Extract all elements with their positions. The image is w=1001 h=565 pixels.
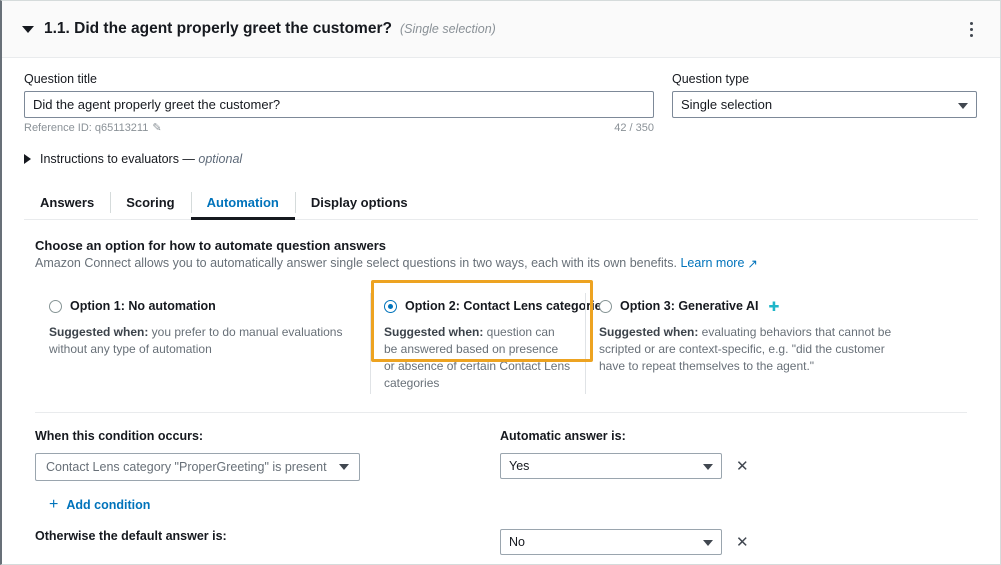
question-type-select[interactable]: Single selection — [672, 91, 977, 118]
option-1-radio[interactable] — [49, 300, 62, 313]
option-2-suggested-label: Suggested when: — [384, 325, 483, 339]
option-3-radio[interactable] — [599, 300, 612, 313]
question-card: 1.1. Did the agent properly greet the cu… — [0, 0, 1001, 565]
condition-when-label: When this condition occurs: — [35, 429, 500, 443]
condition-select-value: Contact Lens category "ProperGreeting" i… — [46, 460, 327, 474]
question-title-group: Question title Reference ID: q65113211 ✎… — [24, 72, 654, 134]
automatic-answer-select[interactable]: Yes — [500, 453, 722, 479]
condition-when-group: When this condition occurs: Contact Lens… — [35, 429, 500, 481]
automation-description: Amazon Connect allows you to automatical… — [35, 256, 967, 271]
option-3-description: Suggested when: evaluating behaviors tha… — [599, 324, 901, 375]
option-2-label: Option 2: Contact Lens categories — [405, 299, 609, 313]
instructions-label: Instructions to evaluators — optional — [40, 152, 242, 166]
tab-display-options[interactable]: Display options — [295, 186, 424, 219]
title-type-row: Question title Reference ID: q65113211 ✎… — [24, 72, 978, 134]
question-title-label: Question title — [24, 72, 654, 86]
page-title: 1.1. Did the agent properly greet the cu… — [44, 20, 392, 38]
chevron-down-icon — [703, 540, 713, 546]
automation-description-text: Amazon Connect allows you to automatical… — [35, 256, 677, 270]
pencil-icon[interactable]: ✎ — [152, 123, 161, 134]
question-type-group: Question type Single selection — [672, 72, 977, 134]
chevron-down-icon — [958, 103, 968, 109]
kebab-menu-icon[interactable] — [960, 16, 982, 42]
automatic-answer-value: Yes — [509, 459, 529, 473]
option-2-header[interactable]: Option 2: Contact Lens categories — [384, 299, 571, 313]
automation-options: Option 1: No automation Suggested when: … — [35, 289, 967, 413]
add-condition-label: Add condition — [66, 498, 150, 512]
default-answer-control-group: No ✕ — [500, 529, 967, 555]
option-3-suggested-label: Suggested when: — [599, 325, 698, 339]
automation-option-1[interactable]: Option 1: No automation Suggested when: … — [35, 289, 370, 398]
condition-select[interactable]: Contact Lens category "ProperGreeting" i… — [35, 453, 360, 481]
option-2-radio[interactable] — [384, 300, 397, 313]
external-link-icon: ↗︎ — [747, 256, 757, 271]
condition-answer-group: Automatic answer is: Yes ✕ — [500, 429, 967, 481]
default-answer-label-group: Otherwise the default answer is: — [35, 529, 500, 555]
question-body: Question title Reference ID: q65113211 ✎… — [2, 58, 1000, 555]
caret-right-icon — [24, 154, 31, 164]
automation-title: Choose an option for how to automate que… — [35, 238, 967, 253]
question-header: 1.1. Did the agent properly greet the cu… — [2, 1, 1000, 58]
chevron-down-icon — [703, 464, 713, 470]
option-3-label: Option 3: Generative AI — [620, 299, 758, 313]
add-condition-button[interactable]: + Add condition — [49, 497, 150, 513]
instructions-optional: optional — [198, 152, 242, 166]
tab-answers[interactable]: Answers — [24, 186, 110, 219]
option-1-suggested-label: Suggested when: — [49, 325, 148, 339]
chevron-down-icon — [339, 464, 349, 470]
default-answer-label: Otherwise the default answer is: — [35, 529, 500, 543]
instructions-expander[interactable]: Instructions to evaluators — optional — [24, 152, 978, 166]
question-title-meta: Reference ID: q65113211 ✎ 42 / 350 — [24, 122, 654, 134]
reference-id-label: Reference ID: q65113211 — [24, 122, 148, 134]
tab-bar: Answers Scoring Automation Display optio… — [24, 186, 978, 220]
default-answer-row: Otherwise the default answer is: No ✕ — [35, 529, 967, 555]
learn-more-link[interactable]: Learn more — [680, 256, 744, 270]
default-answer-select[interactable]: No — [500, 529, 722, 555]
instructions-text: Instructions to evaluators — — [40, 152, 198, 166]
condition-area: When this condition occurs: Contact Lens… — [24, 429, 978, 555]
question-type-label: Question type — [672, 72, 977, 86]
character-counter: 42 / 350 — [614, 122, 654, 134]
condition-row: When this condition occurs: Contact Lens… — [35, 429, 967, 481]
automation-option-2[interactable]: Option 2: Contact Lens categories Sugges… — [370, 289, 585, 398]
plus-icon: + — [49, 497, 58, 513]
option-1-label: Option 1: No automation — [70, 299, 216, 313]
option-2-description: Suggested when: question can be answered… — [384, 324, 571, 392]
automatic-answer-label: Automatic answer is: — [500, 429, 967, 443]
question-type-value: Single selection — [681, 97, 772, 112]
remove-default-answer-close-icon[interactable]: ✕ — [736, 535, 749, 550]
automation-section: Choose an option for how to automate que… — [24, 220, 978, 413]
option-3-header[interactable]: Option 3: Generative AI ✚ — [599, 299, 901, 313]
tab-automation[interactable]: Automation — [191, 186, 295, 219]
collapse-caret-down-icon[interactable] — [22, 26, 34, 33]
automatic-answer-line: Yes ✕ — [500, 453, 967, 479]
sparkle-icon: ✚ — [768, 300, 779, 313]
automation-option-3[interactable]: Option 3: Generative AI ✚ Suggested when… — [585, 289, 915, 398]
tab-scoring[interactable]: Scoring — [110, 186, 190, 219]
question-type-hint: (Single selection) — [400, 22, 496, 36]
default-answer-line: No ✕ — [500, 529, 967, 555]
option-1-header[interactable]: Option 1: No automation — [49, 299, 356, 313]
option-1-description: Suggested when: you prefer to do manual … — [49, 324, 356, 358]
remove-condition-close-icon[interactable]: ✕ — [736, 459, 749, 474]
default-answer-value: No — [509, 535, 525, 549]
question-title-input[interactable] — [24, 91, 654, 118]
